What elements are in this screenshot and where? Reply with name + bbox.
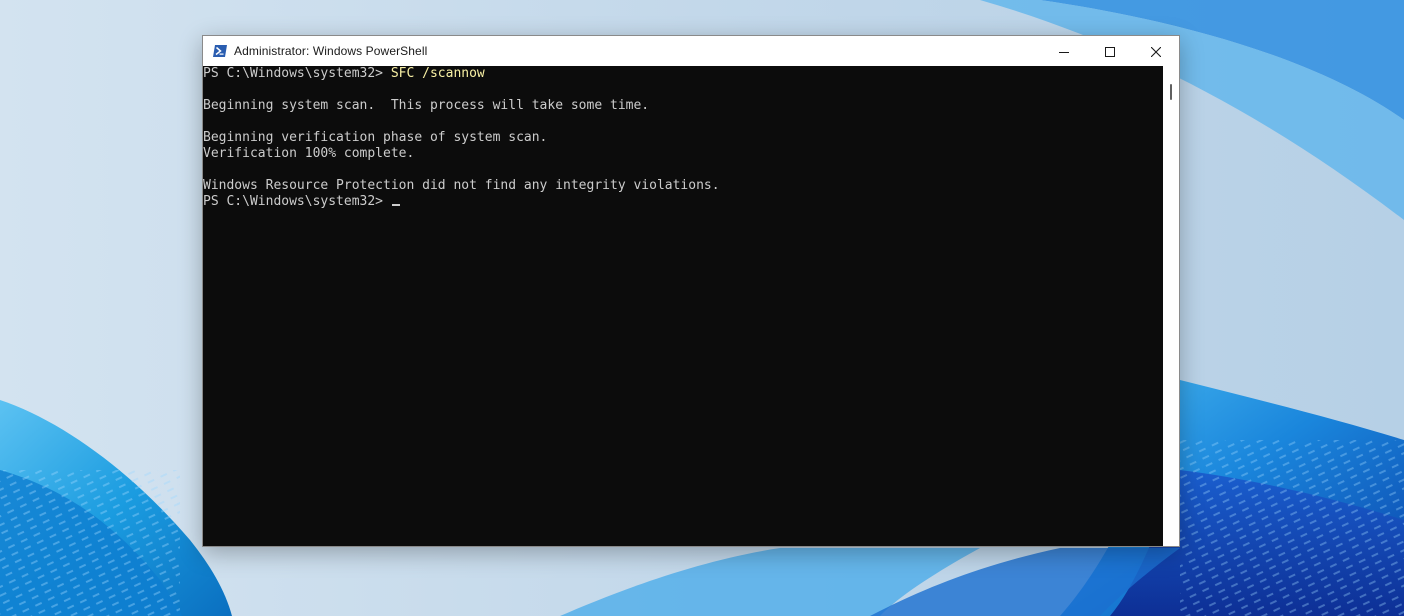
close-icon: [1150, 42, 1162, 61]
final-prompt-text: PS C:\Windows\system32>: [203, 194, 391, 209]
title-bar[interactable]: Administrator: Windows PowerShell: [203, 36, 1179, 66]
maximize-icon: [1105, 42, 1115, 61]
output-line: Beginning system scan. This process will…: [203, 98, 650, 113]
scrollbar-thumb[interactable]: [1170, 84, 1172, 100]
desktop: Administrator: Windows PowerShell PS C:\…: [0, 0, 1404, 616]
minimize-button[interactable]: [1041, 36, 1087, 66]
console-output[interactable]: PS C:\Windows\system32> SFC /scannow Beg…: [203, 66, 1163, 546]
prompt-text: PS C:\Windows\system32>: [203, 66, 391, 81]
command-text: SFC /scannow: [390, 66, 485, 81]
window-title: Administrator: Windows PowerShell: [234, 44, 428, 58]
output-line: Windows Resource Protection did not find…: [203, 178, 720, 193]
output-line: Verification 100% complete.: [203, 146, 415, 161]
vertical-scrollbar[interactable]: [1163, 66, 1179, 546]
powershell-icon: [212, 43, 228, 59]
minimize-icon: [1059, 42, 1069, 61]
text-cursor: [391, 204, 400, 206]
output-line: Beginning verification phase of system s…: [203, 130, 548, 145]
final-prompt-line[interactable]: PS C:\Windows\system32>: [203, 194, 1163, 210]
maximize-button[interactable]: [1087, 36, 1133, 66]
window-controls: [1041, 36, 1179, 66]
powershell-window[interactable]: Administrator: Windows PowerShell PS C:\…: [202, 35, 1180, 547]
close-button[interactable]: [1133, 36, 1179, 66]
command-line: PS C:\Windows\system32> SFC /scannow: [203, 66, 1163, 82]
